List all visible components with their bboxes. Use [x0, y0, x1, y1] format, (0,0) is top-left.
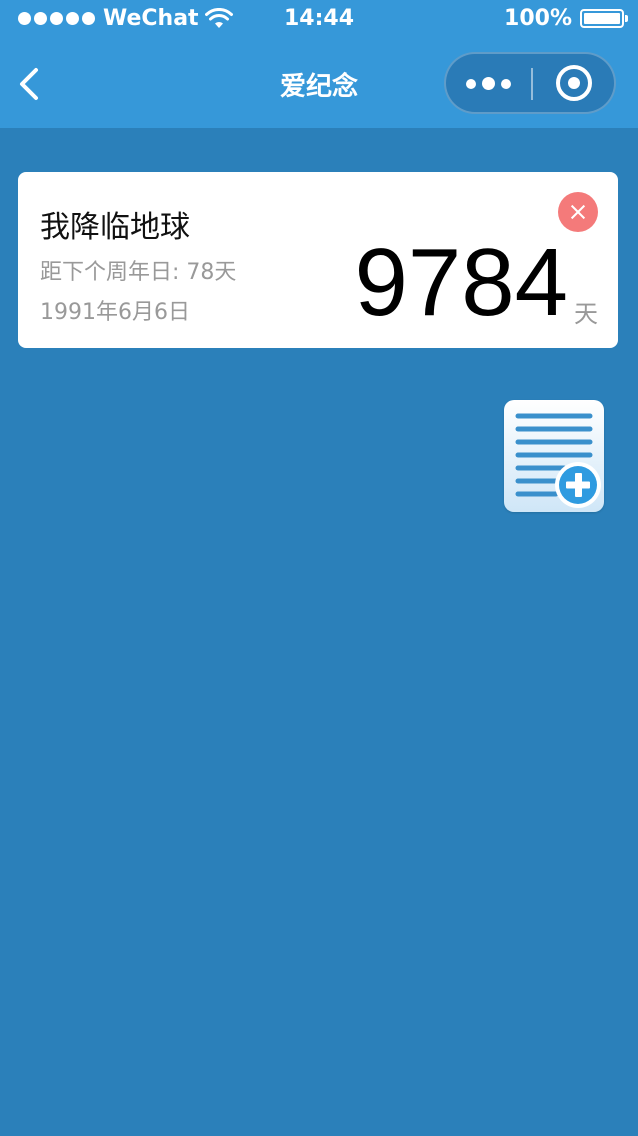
close-mini-program-button[interactable]: [534, 54, 614, 112]
days-count: 9784: [354, 229, 568, 336]
mini-program-capsule: [444, 52, 616, 114]
delete-button[interactable]: [558, 192, 598, 232]
more-button[interactable]: [446, 54, 530, 112]
add-document-icon: [515, 413, 601, 508]
add-anniversary-button[interactable]: [504, 400, 604, 512]
navigation-bar: 爱纪念: [0, 40, 638, 128]
top-bar: WeChat 14:44 100% 爱纪念: [0, 0, 638, 128]
anniversary-title: 我降临地球: [40, 210, 190, 245]
battery-icon: [580, 9, 628, 28]
status-bar: WeChat 14:44 100%: [0, 0, 638, 40]
more-dots-icon: [466, 77, 511, 90]
status-right: 100%: [504, 6, 628, 31]
anniversary-card[interactable]: 我降临地球 距下个周年日: 78天 1991年6月6日 9784 天: [18, 172, 618, 348]
days-unit: 天: [574, 300, 598, 328]
capsule-divider: [531, 68, 533, 100]
next-anniversary-countdown: 距下个周年日: 78天: [40, 260, 237, 285]
battery-percentage: 100%: [504, 6, 572, 31]
anniversary-date: 1991年6月6日: [40, 300, 190, 325]
